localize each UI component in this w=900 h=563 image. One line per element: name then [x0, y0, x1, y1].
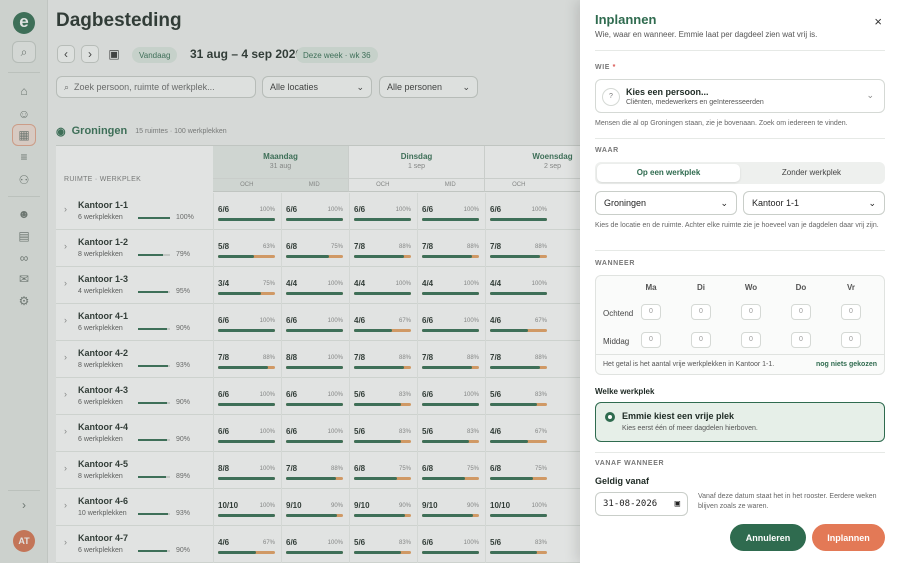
ochtend-label: Ochtend — [603, 309, 634, 318]
panel-title: Inplannen — [595, 12, 657, 27]
tab-op-werkplek[interactable]: Op een werkplek — [597, 164, 740, 182]
start-date-input[interactable]: 31-08-2026 ▣ — [595, 492, 688, 516]
date-hint: Vanaf deze datum staat het in het rooste… — [698, 493, 877, 510]
submit-button[interactable]: Inplannen — [812, 524, 885, 551]
weekday-label: Ma — [645, 283, 657, 292]
week-status: nog niets gekozen — [815, 361, 877, 368]
slot-middag-input[interactable]: 0 — [741, 332, 761, 348]
week-footer: Het getal is het aantal vrije werkplekke… — [596, 354, 884, 374]
weekday-label: Di — [697, 283, 705, 292]
tab-zonder-werkplek[interactable]: Zonder werkplek — [740, 164, 883, 182]
calendar-icon: ▣ — [674, 499, 680, 509]
slot-ochtend-input[interactable]: 0 — [741, 304, 761, 320]
placement-toggle: Op een werkplek Zonder werkplek — [595, 162, 885, 184]
week-planner: Ochtend Middag Het getal is het aantal v… — [595, 275, 885, 375]
slot-middag-input[interactable]: 0 — [791, 332, 811, 348]
plek-label: Welke werkplek — [595, 387, 655, 396]
chevron-down-icon: ⌄ — [720, 197, 728, 208]
wanneer-label: WANNEER — [595, 260, 635, 267]
chevron-down-icon: ⌄ — [866, 90, 874, 100]
slot-ochtend-input[interactable]: 0 — [691, 304, 711, 320]
radio-selected-icon[interactable] — [605, 412, 615, 422]
wie-label: WIE * — [595, 64, 616, 71]
location-select[interactable]: Groningen ⌄ — [595, 191, 737, 215]
room-select[interactable]: Kantoor 1-1 ⌄ — [743, 191, 885, 215]
middag-label: Middag — [603, 337, 630, 346]
plan-panel: Inplannen Wie, waar en wanneer. Emmie la… — [580, 0, 900, 563]
cancel-button[interactable]: Annuleren — [730, 524, 806, 551]
weekday-label: Vr — [846, 283, 855, 292]
panel-subtitle: Wie, waar en wanneer. Emmie laat per dag… — [595, 30, 818, 39]
geldig-label: Geldig vanaf — [595, 476, 650, 486]
weekday-label: Wo — [744, 283, 758, 292]
auto-place-option[interactable]: Emmie kiest een vrije plek Kies eerst éé… — [595, 402, 885, 442]
person-select[interactable]: ? Kies een persoon... Cliënten, medewerk… — [595, 79, 885, 113]
unknown-person-icon: ? — [602, 88, 620, 106]
person-hint: Mensen die al op Groningen staan, zie je… — [595, 120, 848, 127]
slot-middag-input[interactable]: 0 — [691, 332, 711, 348]
slot-middag-input[interactable]: 0 — [841, 332, 861, 348]
slot-middag-input[interactable]: 0 — [641, 332, 661, 348]
slot-ochtend-input[interactable]: 0 — [841, 304, 861, 320]
waar-hint: Kies de locatie en de ruimte. Achter elk… — [595, 222, 879, 229]
chevron-down-icon: ⌄ — [868, 197, 876, 208]
slot-ochtend-input[interactable]: 0 — [791, 304, 811, 320]
modal-backdrop[interactable] — [0, 0, 580, 563]
waar-label: WAAR — [595, 147, 619, 154]
close-icon[interactable]: × — [874, 14, 882, 29]
vanaf-label: VANAF WANNEER — [595, 460, 665, 467]
slot-ochtend-input[interactable]: 0 — [641, 304, 661, 320]
weekday-label: Do — [795, 283, 807, 292]
